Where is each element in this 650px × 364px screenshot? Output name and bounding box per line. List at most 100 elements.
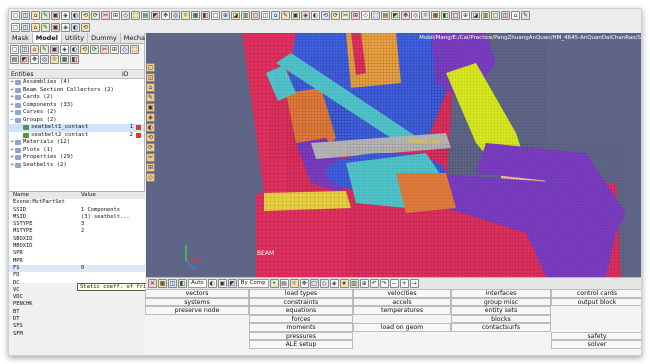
- element-icon[interactable]: ▣: [217, 279, 227, 288]
- toolbar-light-icon[interactable]: ☼: [421, 10, 430, 20]
- grid-icon[interactable]: ▤: [279, 279, 289, 288]
- wire-icon[interactable]: ◫: [168, 279, 177, 288]
- display-mode-select[interactable]: Auto: [188, 279, 207, 288]
- undo-icon[interactable]: ↶: [369, 279, 379, 288]
- tree-item-group[interactable]: seatbelt1_contact 1: [9, 124, 144, 132]
- toolbar-mesh-icon[interactable]: ◈: [61, 10, 70, 20]
- toolbar2-home-icon[interactable]: ⌂: [31, 22, 40, 32]
- property-row[interactable]: PENCHK: [9, 301, 145, 308]
- browser-open-icon[interactable]: ◫: [20, 45, 29, 54]
- toolbar2-open-icon[interactable]: ◫: [21, 22, 30, 32]
- property-row[interactable]: MSTYPE 2: [9, 228, 145, 235]
- toolbar-pattern-icon[interactable]: ▦: [191, 10, 200, 20]
- cross-icon[interactable]: ✕: [148, 279, 157, 288]
- toolbar-home-icon[interactable]: ⌂: [511, 10, 520, 20]
- toolbar-target-icon[interactable]: ◎: [171, 10, 180, 20]
- browser-edit-icon[interactable]: ✎: [40, 45, 49, 54]
- cube-icon[interactable]: ◇: [319, 279, 329, 288]
- toolbar2-file-icon[interactable]: ▢: [11, 22, 20, 32]
- color-mode-select[interactable]: By Comp: [237, 279, 269, 288]
- viewport-rotate-right-icon[interactable]: ⟳: [146, 143, 155, 152]
- toolbar-open-icon[interactable]: ◫: [261, 10, 270, 20]
- toolbar-layers-icon[interactable]: ▥: [241, 10, 250, 20]
- property-row[interactable]: BT: [9, 309, 145, 316]
- menu-forces-button[interactable]: forces: [249, 314, 353, 323]
- toolbar2-mesh-icon[interactable]: ◈: [61, 22, 70, 32]
- browser-rotate-left-icon[interactable]: ⟲: [80, 45, 89, 54]
- mesh-shade-icon[interactable]: ▦: [158, 279, 167, 288]
- toolbar-edit-icon[interactable]: ✎: [521, 10, 530, 20]
- toolbar-rotate-right-icon[interactable]: ⟳: [331, 10, 340, 20]
- toolbar-list-icon[interactable]: ▤: [381, 10, 390, 20]
- toolbar2-save-icon[interactable]: ▣: [51, 22, 60, 32]
- toolbar-view-icon[interactable]: ◪: [231, 10, 240, 20]
- toolbar-grid-icon[interactable]: ⊞: [111, 10, 120, 20]
- browser-pattern-icon[interactable]: ▦: [60, 55, 69, 64]
- menu-load-types-button[interactable]: load types: [249, 289, 353, 298]
- tree-item-folder[interactable]: + Components (33): [9, 102, 144, 110]
- tree-item-folder[interactable]: − Groups (2): [9, 117, 144, 125]
- tree-header-color[interactable]: [132, 70, 144, 78]
- browser-split-icon[interactable]: ◧: [70, 55, 79, 64]
- toolbar-view-icon[interactable]: ◪: [471, 10, 480, 20]
- menu-load-on-geom-button[interactable]: load on geom: [353, 323, 451, 332]
- toolbar-list-icon[interactable]: ▤: [141, 10, 150, 20]
- box-icon[interactable]: □: [309, 279, 319, 288]
- menu-pressures-button[interactable]: pressures: [249, 331, 353, 340]
- browser-list-icon[interactable]: ▤: [10, 55, 19, 64]
- toolbar-box-icon[interactable]: □: [451, 10, 460, 20]
- menu-preserve-node-button[interactable]: preserve node: [145, 306, 249, 315]
- menu-control-cards-button[interactable]: control cards: [551, 289, 641, 298]
- toolbar-shade-icon[interactable]: ◐: [311, 10, 320, 20]
- viewport-open-icon[interactable]: ◫: [146, 73, 155, 82]
- toolbar-open-icon[interactable]: ◫: [21, 10, 30, 20]
- toolbar-cut-icon[interactable]: ✂: [101, 10, 110, 20]
- toolbar-file-icon[interactable]: ▢: [251, 10, 260, 20]
- viewport-edit-icon[interactable]: ✎: [146, 93, 155, 102]
- menu-contactsurfs-button[interactable]: contactsurfs: [451, 323, 551, 332]
- browser-move-icon[interactable]: ✥: [30, 55, 39, 64]
- toolbar-split-icon[interactable]: ◧: [201, 10, 210, 20]
- viewport-rotate-left-icon[interactable]: ⟲: [146, 133, 155, 142]
- toolbar-add-icon[interactable]: ⊕: [221, 10, 230, 20]
- toolbar-pattern-icon[interactable]: ▦: [431, 10, 440, 20]
- property-row[interactable]: MSID (3) seatbelt...: [9, 214, 145, 221]
- viewport-node-icon[interactable]: ◇: [146, 173, 155, 182]
- tab-mask[interactable]: Mask: [9, 33, 33, 43]
- toolbar-add-icon[interactable]: ⊕: [461, 10, 470, 20]
- tree-item-folder[interactable]: + Curves (2): [9, 109, 144, 117]
- property-row[interactable]: SFS: [9, 323, 145, 330]
- menu-constraints-button[interactable]: constraints: [249, 297, 353, 306]
- tab-dummy[interactable]: Dummy: [88, 33, 121, 43]
- toolbar2-edit-icon[interactable]: ✎: [41, 22, 50, 32]
- menu-solver-button[interactable]: solver: [551, 340, 641, 349]
- tree-item-folder[interactable]: + Plots (1): [9, 147, 144, 155]
- star-icon[interactable]: ★: [339, 279, 349, 288]
- browser-panel-icon[interactable]: ◩: [20, 55, 29, 64]
- browser-light-icon[interactable]: ☼: [50, 55, 59, 64]
- tree-header-id[interactable]: ID: [122, 70, 132, 78]
- plus-icon[interactable]: +: [399, 279, 409, 288]
- friction-value-input[interactable]: 0: [81, 265, 145, 272]
- browser-cut-icon[interactable]: ✂: [100, 45, 109, 54]
- toolbar-save-icon[interactable]: ▣: [291, 10, 300, 20]
- menu-ale-setup-button[interactable]: ALE setup: [249, 340, 353, 349]
- color-swatch[interactable]: [136, 132, 141, 138]
- toolbar-panel-icon[interactable]: ◩: [391, 10, 400, 20]
- toolbar-split-icon[interactable]: ◧: [441, 10, 450, 20]
- toolbar-node-icon[interactable]: ◇: [361, 10, 370, 20]
- property-row[interactable]: SFM: [9, 331, 145, 338]
- menu-equations-button[interactable]: equations: [249, 306, 353, 315]
- arrow-right-icon[interactable]: →: [409, 279, 419, 288]
- graphics-viewport[interactable]: ▢ ◫ ⌂ ✎ ▣ ◈ ◐ ⟲ ⟳ ✂ ⊞ ◇ Mobil/Mang/E:/Cal/Practice/…: [146, 33, 641, 277]
- toolbar-file-icon[interactable]: ▢: [491, 10, 500, 20]
- tree-item-folder[interactable]: + Beam Section Collectors (2): [9, 87, 144, 95]
- viewport-mesh-icon[interactable]: ◈: [146, 113, 155, 122]
- mask-icon[interactable]: ◈: [329, 279, 339, 288]
- toolbar-grid-icon[interactable]: ⊞: [351, 10, 360, 20]
- tree-item-folder[interactable]: + Cards (2): [9, 94, 144, 102]
- feature-icon[interactable]: ◧: [178, 279, 187, 288]
- property-row[interactable]: SSID 1 Components: [9, 207, 145, 214]
- menu-group-misc-button[interactable]: group misc: [451, 297, 551, 306]
- browser-mesh-icon[interactable]: ◈: [60, 45, 69, 54]
